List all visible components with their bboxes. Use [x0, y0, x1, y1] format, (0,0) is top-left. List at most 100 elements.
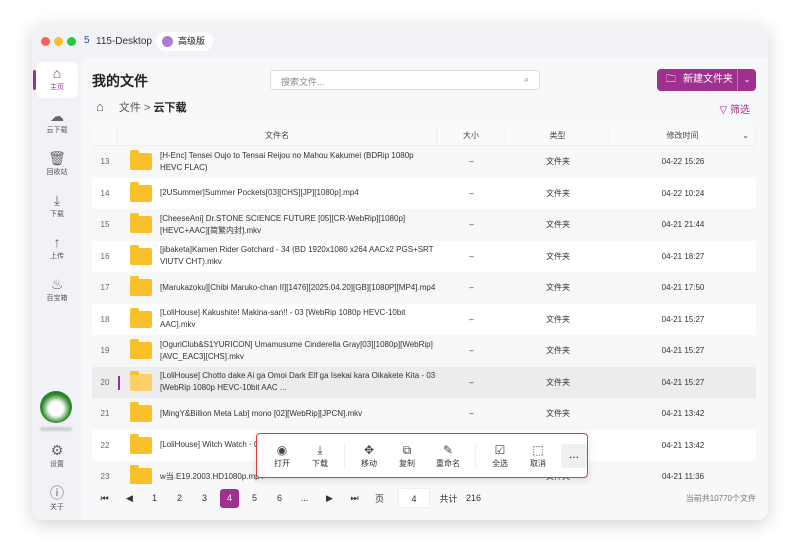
copy-label: 复制	[399, 458, 415, 468]
search-input[interactable]: 搜索文件... ⌕	[270, 70, 540, 90]
download-icon: ⤓	[53, 192, 61, 208]
page-5[interactable]: 5	[242, 493, 267, 503]
chevron-down-icon[interactable]: ⌄	[742, 126, 749, 146]
table-row[interactable]: 20 [LoliHouse] Chotto dake Ai ga Omoi Da…	[92, 366, 756, 398]
page-1[interactable]: 1	[142, 493, 167, 503]
file-name[interactable]: [MingY&Billion Meta Lab] mono [02][WebRi…	[160, 408, 362, 420]
maximize-window-button[interactable]	[67, 37, 76, 46]
sidebar-item-trash[interactable]: 🗑 回收站	[36, 147, 78, 183]
avatar[interactable]	[40, 391, 72, 423]
first-page-button[interactable]: ⏮	[92, 493, 117, 504]
more-button[interactable]: ...	[561, 443, 587, 468]
table-row[interactable]: 16 [jibaketa]Kamen Rider Gotchard - 34 (…	[92, 241, 756, 273]
move-button[interactable]: ✥ 移动	[350, 443, 388, 469]
folder-icon	[130, 402, 152, 423]
file-type: 文件夹	[546, 220, 570, 230]
deselect-icon: ⬚	[532, 442, 544, 457]
divider	[344, 442, 345, 469]
page-input[interactable]: 4	[398, 488, 430, 508]
file-name[interactable]: w当.E19.2003.HD1080p.mp4	[160, 471, 264, 483]
table-row[interactable]: 21 [MingY&Billion Meta Lab] mono [02][We…	[92, 398, 756, 430]
sidebar-item-home[interactable]: ⌂ 主页	[33, 62, 78, 98]
page-title: 我的文件	[92, 73, 148, 89]
table-row[interactable]: 19 [OguriClub&S1YURICON] Umamusume Cinde…	[92, 335, 756, 367]
chevron-down-icon[interactable]: ⌄	[737, 69, 756, 91]
download-icon: ⤓	[317, 442, 323, 457]
selection-action-toolbar: ◉ 打开 ⤓ 下载 ✥ 移动 ⧉ 复制 ✎ 重命名 ☑ 全选 ⬚ 取消 ...	[256, 433, 588, 478]
sidebar-item-label: 回收站	[46, 169, 68, 176]
last-page-button[interactable]: ⏭	[342, 493, 367, 504]
sidebar-item-label: 下载	[50, 211, 64, 218]
plan-badge[interactable]: 高级版	[156, 32, 214, 51]
breadcrumb-root[interactable]: 文件	[119, 102, 141, 114]
username-blurred	[40, 427, 72, 431]
prev-page-button[interactable]: ◀	[117, 493, 142, 504]
file-name[interactable]: [2USummer]Summer Pockets[03][CHS][JP][10…	[160, 187, 359, 199]
table-row[interactable]: 14 [2USummer]Summer Pockets[03][CHS][JP]…	[92, 178, 756, 210]
sidebar-item-cloud-download[interactable]: ☁ 云下载	[36, 105, 78, 141]
rename-label: 重命名	[436, 458, 460, 468]
file-name[interactable]: [LoliHouse] Chotto dake Ai ga Omoi Dark …	[160, 370, 437, 394]
page-3[interactable]: 3	[192, 493, 217, 503]
filter-button[interactable]: ▽ 筛选	[720, 101, 750, 116]
open-button[interactable]: ◉ 打开	[263, 443, 301, 469]
table-row[interactable]: 18 [LoliHouse] Kakushite! Makina-san!! -…	[92, 304, 756, 336]
file-name[interactable]: [jibaketa]Kamen Rider Gotchard - 34 (BD …	[160, 244, 437, 268]
select-all-button[interactable]: ☑ 全选	[481, 443, 519, 469]
divider	[475, 442, 476, 469]
file-size: –	[469, 314, 474, 324]
file-size: –	[469, 220, 474, 230]
search-placeholder: 搜索文件...	[281, 77, 325, 87]
row-index: 23	[100, 472, 110, 482]
page-ellipsis[interactable]: ...	[292, 493, 317, 503]
next-page-button[interactable]: ▶	[317, 493, 342, 504]
column-name[interactable]: 文件名	[118, 126, 437, 145]
rename-button[interactable]: ✎ 重命名	[426, 443, 470, 469]
new-folder-label: 新建文件夹	[683, 74, 733, 85]
sidebar-item-label: 设置	[50, 461, 64, 468]
page-6[interactable]: 6	[267, 493, 292, 503]
file-name[interactable]: [OguriClub&S1YURICON] Umamusume Cinderel…	[160, 339, 437, 363]
search-icon[interactable]: ⌕	[524, 74, 529, 85]
folder-icon	[130, 370, 152, 391]
file-name[interactable]: [H-Enc] Tensei Oujo to Tensai Reijou no …	[160, 150, 437, 174]
page-4-current[interactable]: 4	[220, 488, 239, 508]
eye-icon: ◉	[276, 442, 288, 457]
table-row[interactable]: 13 [H-Enc] Tensei Oujo to Tensai Reijou …	[92, 146, 756, 178]
folder-icon	[130, 213, 152, 234]
column-modified[interactable]: 修改时间 ⌄	[610, 126, 756, 145]
column-type[interactable]: 类型	[506, 126, 610, 145]
file-type: 文件夹	[546, 251, 570, 261]
folder-icon	[130, 276, 152, 297]
sidebar-item-settings[interactable]: ⚙ 设置	[36, 439, 78, 475]
folder-icon	[130, 465, 152, 484]
page-2[interactable]: 2	[167, 493, 192, 503]
new-folder-button[interactable]: 🗀 新建文件夹 ⌄	[657, 69, 756, 91]
sidebar-item-label: 关于	[50, 504, 64, 511]
column-modified-label: 修改时间	[666, 131, 699, 140]
sidebar-item-upload[interactable]: ↑ 上传	[36, 231, 78, 267]
file-name[interactable]: [Marukazoku][Chibi Maruko-chan II][1476]…	[160, 282, 435, 294]
app-logo-icon: 5	[84, 35, 90, 46]
table-row[interactable]: 17 [Marukazoku][Chibi Maruko-chan II][14…	[92, 272, 756, 304]
download-button[interactable]: ⤓ 下载	[301, 443, 339, 469]
sidebar-item-download[interactable]: ⤓ 下载	[36, 189, 78, 225]
total-label: 共计	[439, 493, 458, 504]
copy-button[interactable]: ⧉ 复制	[388, 443, 426, 469]
close-window-button[interactable]	[41, 37, 50, 46]
cancel-button[interactable]: ⬚ 取消	[519, 443, 557, 469]
file-type: 文件夹	[546, 377, 570, 387]
minimize-window-button[interactable]	[54, 37, 63, 46]
modified-time: 04-21 21:44	[661, 220, 705, 230]
sidebar-item-about[interactable]: ⓘ 关于	[36, 482, 78, 518]
trash-icon: 🗑	[48, 150, 66, 166]
file-name[interactable]: [CheeseAni] Dr.STONE SCIENCE FUTURE [05]…	[160, 213, 437, 237]
flame-icon: ♨	[50, 276, 64, 292]
column-size[interactable]: 大小	[437, 126, 506, 145]
sidebar-item-toolbox[interactable]: ♨ 百宝箱	[36, 273, 78, 309]
folder-plus-icon: 🗀	[666, 74, 676, 85]
table-row[interactable]: 15 [CheeseAni] Dr.STONE SCIENCE FUTURE […	[92, 209, 756, 241]
file-name[interactable]: [LoliHouse] Kakushite! Makina-san!! - 03…	[160, 307, 437, 331]
file-size: –	[469, 346, 474, 356]
home-icon[interactable]: ⌂	[96, 99, 104, 114]
